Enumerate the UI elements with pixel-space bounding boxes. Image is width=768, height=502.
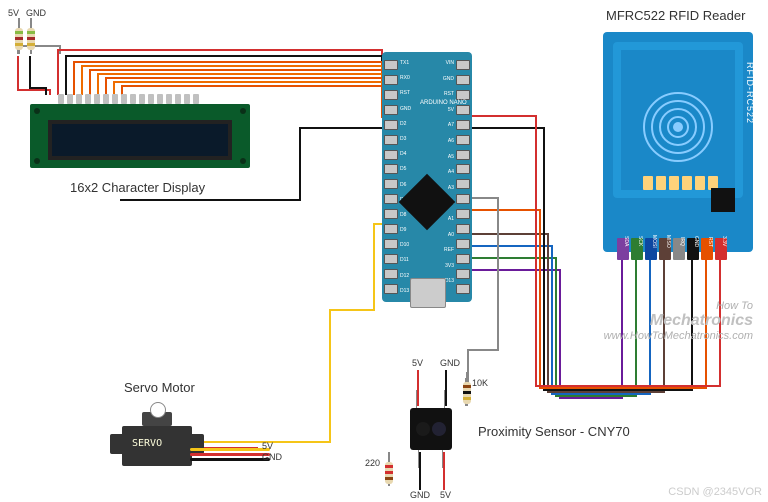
cny-10k: 10K	[472, 378, 488, 388]
proximity-sensor	[410, 408, 452, 450]
servo-title: Servo Motor	[124, 380, 195, 395]
servo-gnd: GND	[262, 452, 282, 462]
nano-title: ARDUINO NANO	[420, 100, 467, 106]
cny-bot-gnd: GND	[410, 490, 430, 500]
csdn-watermark: CSDN @2345VOR	[668, 486, 762, 498]
cny-top-5v: 5V	[412, 358, 423, 368]
cny-top-gnd: GND	[440, 358, 460, 368]
servo-5v: 5V	[262, 441, 273, 451]
cny-bot-5v: 5V	[440, 490, 451, 500]
led-resistor	[388, 452, 390, 486]
rfid-module: RFID-RC522 SDASCKMOSIMISOIRQGNDRST3.3V	[603, 32, 753, 252]
watermark: How To Mechatronics www.HowToMechatronic…	[604, 300, 753, 342]
power-pullups	[12, 18, 52, 58]
cny-r2: 220	[365, 458, 380, 468]
cny-title: Proximity Sensor - CNY70	[478, 424, 630, 439]
servo-motor: SERVO	[122, 416, 212, 466]
label-5v-top: 5V	[8, 8, 19, 18]
label-gnd-top: GND	[26, 8, 46, 18]
rfid-side-label: RFID-RC522	[745, 62, 755, 124]
rfid-title: MFRC522 RFID Reader	[606, 8, 745, 23]
pulldown-resistor	[466, 372, 468, 406]
lcd-display: for(let i=0;i<16;i++)document.write('<di…	[30, 104, 250, 168]
arduino-nano: TX1RX0RSTGNDD2D3D4D5D6D7D8D9D10D11D12D13…	[382, 52, 472, 302]
lcd-label: 16x2 Character Display	[70, 180, 205, 195]
